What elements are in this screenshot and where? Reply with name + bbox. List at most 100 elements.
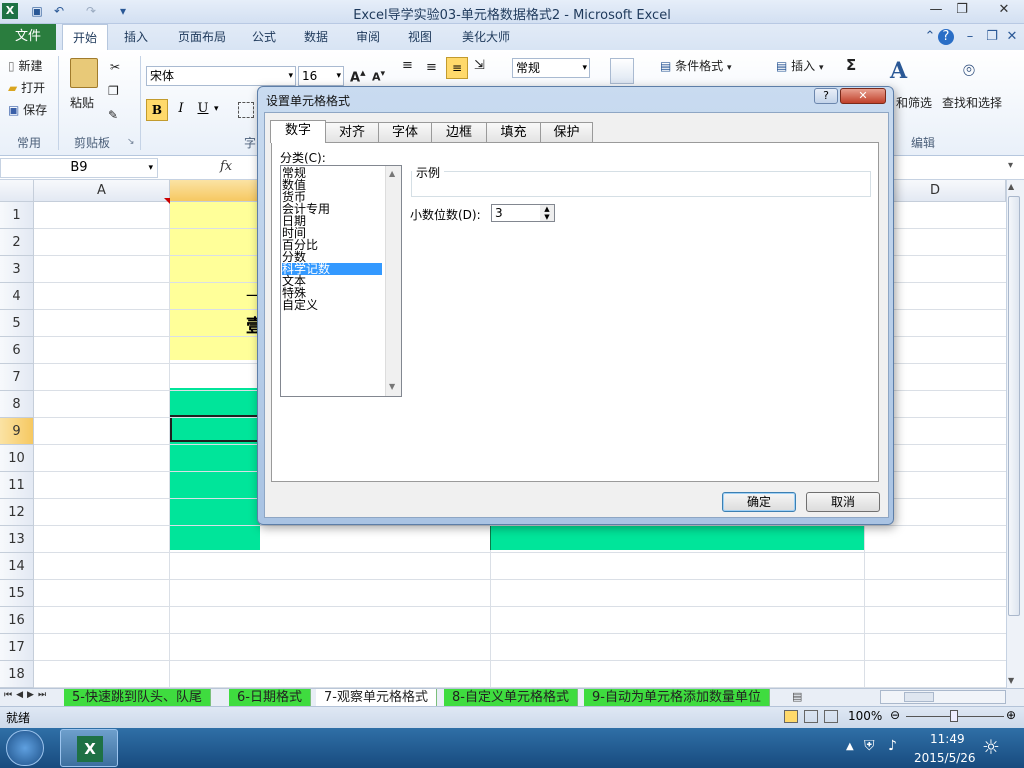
- save-icon[interactable]: ▣: [30, 4, 44, 18]
- sheet-tab[interactable]: 8-自定义单元格格式: [444, 689, 578, 706]
- column-header-b[interactable]: [170, 180, 260, 202]
- category-item[interactable]: 自定义: [282, 299, 382, 311]
- clock-time[interactable]: 11:49: [930, 732, 965, 746]
- conditional-format-button[interactable]: ▤ 条件格式 ▾: [660, 57, 732, 74]
- row-header[interactable]: 8: [0, 391, 34, 418]
- font-size-box[interactable]: 16 ▾: [298, 66, 344, 86]
- ribbon-collapse-icon[interactable]: ⌃: [922, 29, 938, 45]
- row-header[interactable]: 9: [0, 418, 34, 445]
- sheet-tab-active[interactable]: 7-观察单元格格式: [316, 689, 437, 706]
- stepper-up-icon[interactable]: ▲: [540, 205, 554, 213]
- paste-button[interactable]: 粘贴: [70, 94, 94, 111]
- align-middle-icon[interactable]: ≡: [426, 60, 437, 75]
- font-name-box[interactable]: 宋体 ▾: [146, 66, 296, 86]
- tab-page-layout[interactable]: 页面布局: [170, 24, 234, 50]
- sort-filter-icon[interactable]: A: [890, 58, 907, 84]
- taskbar-excel-button[interactable]: X: [60, 729, 118, 767]
- row-header[interactable]: 14: [0, 553, 34, 580]
- italic-button[interactable]: I: [174, 101, 188, 116]
- cell-styles-icon[interactable]: [610, 58, 634, 84]
- sheet-nav-arrows-icon[interactable]: ⏮◀▶⏭: [4, 690, 50, 700]
- page-break-view-icon[interactable]: [824, 710, 838, 723]
- restore-icon[interactable]: ❐: [948, 0, 976, 20]
- row-header[interactable]: 16: [0, 607, 34, 634]
- security-shield-icon[interactable]: ⛨: [864, 738, 875, 754]
- insert-function-icon[interactable]: fx: [220, 159, 232, 174]
- sheet-tab[interactable]: 6-日期格式: [229, 689, 311, 706]
- green-cells-c13[interactable]: [490, 523, 864, 550]
- row-header[interactable]: 17: [0, 634, 34, 661]
- vertical-scroll-thumb[interactable]: [1008, 196, 1020, 616]
- align-top-icon[interactable]: ≡: [402, 58, 413, 73]
- row-header[interactable]: 18: [0, 661, 34, 688]
- copy-icon[interactable]: ❐: [108, 84, 119, 98]
- dialog-tab-border[interactable]: 边框: [431, 122, 487, 142]
- zoom-in-icon[interactable]: ⊕: [1006, 708, 1016, 722]
- category-scrollbar[interactable]: [385, 166, 401, 396]
- scroll-down-icon[interactable]: ▼: [1008, 676, 1014, 685]
- excel-logo-icon[interactable]: X: [2, 3, 18, 19]
- cut-icon[interactable]: ✂: [110, 60, 120, 74]
- row-header[interactable]: 12: [0, 499, 34, 526]
- number-format-box[interactable]: 常规 ▾: [512, 58, 590, 78]
- close-icon[interactable]: ✕: [984, 0, 1024, 20]
- page-layout-view-icon[interactable]: [804, 710, 818, 723]
- border-icon[interactable]: [238, 102, 254, 118]
- autosum-icon[interactable]: Σ: [846, 56, 856, 74]
- zoom-slider-thumb[interactable]: [950, 710, 958, 722]
- zoom-out-icon[interactable]: ⊖: [890, 708, 900, 722]
- find-select-button[interactable]: 查找和选择: [942, 94, 1002, 111]
- dialog-tab-number[interactable]: 数字: [270, 120, 326, 143]
- column-header-a[interactable]: A: [34, 180, 170, 202]
- sheet-tab[interactable]: 9-自动为单元格添加数量单位: [584, 689, 770, 706]
- normal-view-icon[interactable]: [784, 710, 798, 723]
- dialog-tab-font[interactable]: 字体: [378, 122, 432, 142]
- tab-review[interactable]: 审阅: [350, 24, 386, 50]
- cancel-button[interactable]: 取消: [806, 492, 880, 512]
- stepper-down-icon[interactable]: ▼: [540, 213, 554, 221]
- zoom-level[interactable]: 100%: [848, 709, 882, 723]
- bold-button[interactable]: B: [146, 99, 168, 121]
- workbook-close-icon[interactable]: ✕: [1004, 29, 1020, 45]
- list-scroll-down-icon[interactable]: ▼: [389, 382, 395, 391]
- sheet-tab[interactable]: 5-快速跳到队头、队尾: [64, 689, 211, 706]
- redo-icon[interactable]: ↷: [84, 4, 98, 18]
- row-header[interactable]: 4: [0, 283, 34, 310]
- row-header[interactable]: 6: [0, 337, 34, 364]
- dialog-tab-protection[interactable]: 保护: [540, 122, 593, 142]
- scroll-up-icon[interactable]: ▲: [1008, 182, 1014, 191]
- minimize-icon[interactable]: —: [922, 0, 950, 20]
- open-button[interactable]: ▰ 打开: [8, 79, 45, 96]
- align-bottom-icon[interactable]: ≡: [446, 57, 468, 79]
- grow-font-icon[interactable]: A▴: [350, 66, 366, 85]
- undo-icon[interactable]: ↶: [52, 4, 66, 18]
- tab-file[interactable]: 文件: [0, 24, 56, 50]
- workbook-minimize-icon[interactable]: –: [962, 29, 978, 45]
- select-all-corner[interactable]: [0, 180, 34, 202]
- tab-data[interactable]: 数据: [298, 24, 334, 50]
- horizontal-scrollbar[interactable]: [880, 690, 1006, 704]
- paste-icon[interactable]: [70, 58, 98, 88]
- row-header[interactable]: 13: [0, 526, 34, 553]
- customize-toolbar-icon[interactable]: ▾: [116, 4, 130, 18]
- underline-button[interactable]: U: [196, 101, 210, 116]
- chevron-down-icon[interactable]: ▾: [214, 104, 219, 114]
- weather-gadget-icon[interactable]: ☼: [982, 735, 1000, 759]
- tab-formulas[interactable]: 公式: [246, 24, 282, 50]
- clipboard-launcher-icon[interactable]: ↘: [127, 137, 135, 147]
- row-header[interactable]: 5: [0, 310, 34, 337]
- save-button[interactable]: ▣ 保存: [8, 101, 47, 118]
- dialog-tab-alignment[interactable]: 对齐: [325, 122, 379, 142]
- wrap-text-icon[interactable]: ⇲: [474, 58, 485, 73]
- dialog-close-icon[interactable]: ✕: [840, 88, 886, 104]
- row-header[interactable]: 2: [0, 229, 34, 256]
- shrink-font-icon[interactable]: A▾: [372, 68, 385, 84]
- tab-beautify-master[interactable]: 美化大师: [456, 24, 516, 50]
- row-header[interactable]: 7: [0, 364, 34, 391]
- workbook-restore-icon[interactable]: ❐: [984, 29, 1000, 45]
- new-button[interactable]: ▯ 新建: [8, 57, 42, 74]
- tab-insert[interactable]: 插入: [118, 24, 154, 50]
- help-icon[interactable]: ?: [938, 29, 954, 45]
- horizontal-scroll-thumb[interactable]: [904, 692, 934, 702]
- format-painter-icon[interactable]: ✎: [108, 108, 118, 122]
